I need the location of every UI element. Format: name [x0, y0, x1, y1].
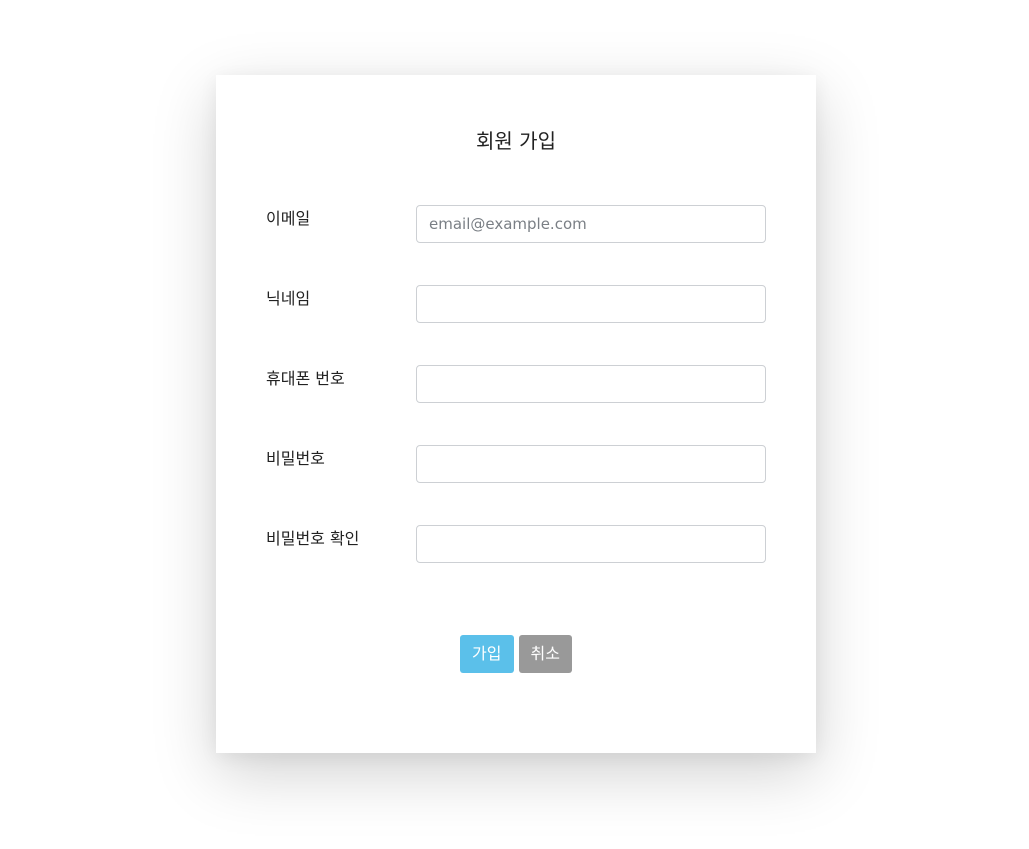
signup-card: 회원 가입 이메일 닉네임 휴대폰 번호 비밀번호 비밀번호 확인 가입취소: [216, 75, 816, 753]
form-actions: 가입 취소: [216, 635, 816, 673]
nickname-label: 닉네임: [266, 289, 311, 308]
phone-label: 휴대폰 번호: [266, 369, 345, 388]
password-label: 비밀번호: [266, 449, 325, 468]
password-confirm-label: 비밀번호 확인: [266, 529, 360, 548]
email-row: 이메일: [266, 205, 766, 243]
password-confirm-row: 비밀번호 확인: [266, 525, 766, 563]
cancel-button[interactable]: 취소: [518, 635, 572, 673]
page-title: 회원 가입: [476, 129, 556, 153]
email-input[interactable]: [416, 205, 766, 243]
password-row: 비밀번호: [266, 445, 766, 483]
email-label: 이메일: [266, 209, 311, 228]
nickname-row: 닉네임: [266, 285, 766, 323]
nickname-input[interactable]: [416, 285, 766, 323]
password-input[interactable]: [416, 445, 766, 483]
password-confirm-input[interactable]: [416, 525, 766, 563]
phone-input[interactable]: [416, 365, 766, 403]
signup-button[interactable]: 가입: [460, 635, 514, 673]
phone-row: 휴대폰 번호: [266, 365, 766, 403]
